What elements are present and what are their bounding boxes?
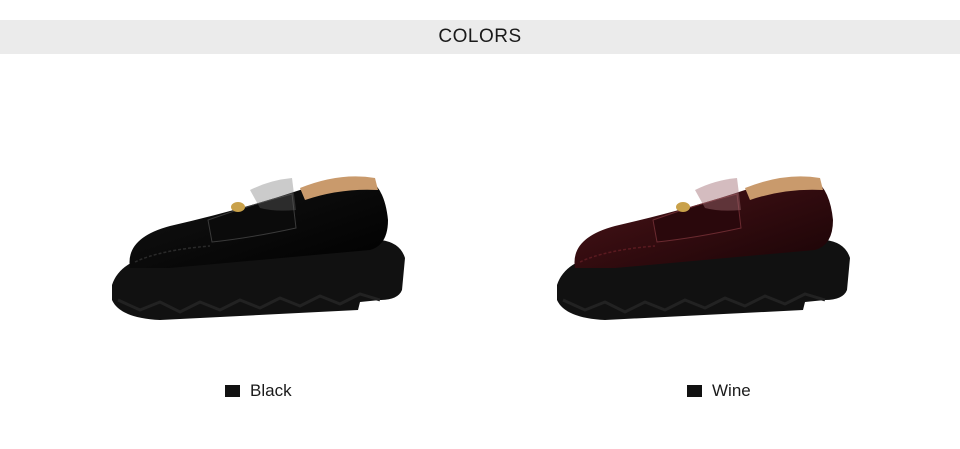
color-label-black: Black bbox=[250, 381, 292, 400]
wine-loafer-buckle bbox=[676, 202, 690, 212]
black-swatch-icon bbox=[225, 385, 240, 397]
black-loafer-image bbox=[100, 150, 420, 350]
colors-header-title: COLORS bbox=[438, 26, 522, 47]
color-option-black[interactable]: Black bbox=[225, 381, 292, 401]
wine-swatch-icon bbox=[687, 385, 702, 397]
black-loafer-buckle bbox=[231, 202, 245, 212]
wine-loafer-drawing bbox=[557, 176, 850, 320]
color-option-wine[interactable]: Wine bbox=[687, 381, 751, 401]
colors-header-bar: COLORS bbox=[0, 20, 960, 54]
color-label-wine: Wine bbox=[712, 381, 751, 400]
wine-loafer-image bbox=[545, 150, 865, 350]
black-loafer-drawing bbox=[112, 176, 405, 320]
